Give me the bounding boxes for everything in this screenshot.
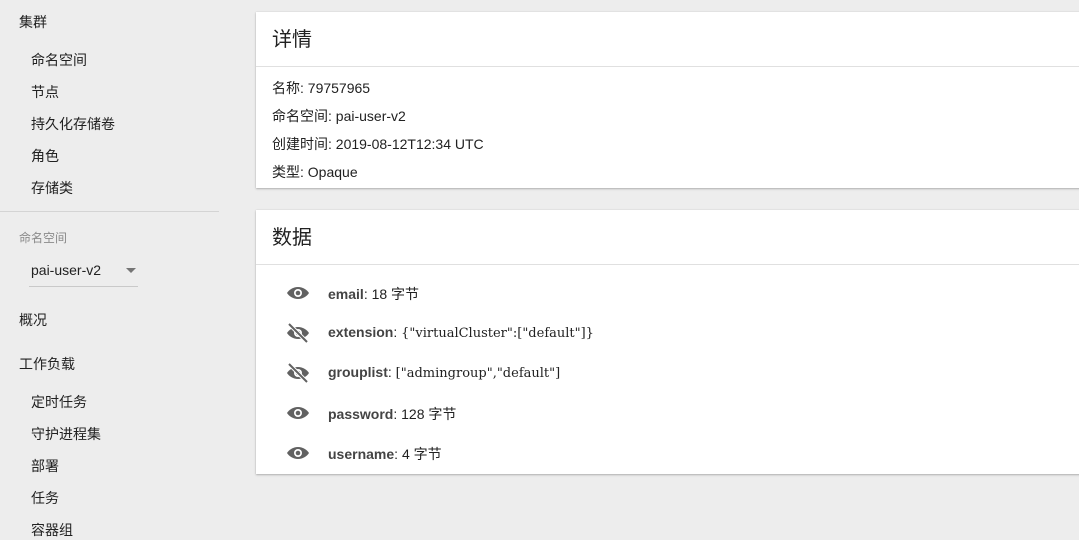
data-card-title: 数据 [256,210,1079,265]
sidebar-item-jobs[interactable]: 任务 [31,488,59,508]
detail-name-label: 名称 [272,80,300,96]
data-value: 4 字节 [401,446,442,462]
data-row-text: email: 18 字节 [328,286,420,302]
sidebar-item-namespaces[interactable]: 命名空间 [31,50,87,70]
data-key: email [328,286,364,302]
visibility-icon[interactable] [286,443,310,463]
detail-created-label: 创建时间 [272,136,328,152]
detail-type: 类型: Opaque [272,164,358,180]
data-key: grouplist [328,364,388,380]
sidebar-item-nodes[interactable]: 节点 [31,82,59,102]
data-key: extension [328,324,394,340]
detail-created: 创建时间: 2019-08-12T12:34 UTC [272,136,484,152]
sidebar-item-storage-classes[interactable]: 存储类 [31,178,73,198]
data-card: 数据 email: 18 字节 extension: {"virtualClus… [256,210,1079,474]
details-card-title: 详情 [256,12,1079,67]
data-value: 18 字节 [371,286,420,302]
data-value: 128 字节 [401,406,457,422]
data-row-text: username: 4 字节 [328,446,442,462]
sidebar-item-roles[interactable]: 角色 [31,146,59,166]
sidebar-item-cron-jobs[interactable]: 定时任务 [31,392,87,412]
detail-namespace-value: pai-user-v2 [335,108,406,124]
data-row-text: password: 128 字节 [328,406,457,422]
detail-name-value: 79757965 [307,80,371,96]
namespace-selector-label: 命名空间 [19,231,68,245]
data-key: username [328,446,395,462]
visibility-off-icon[interactable] [286,322,310,344]
chevron-down-icon [126,268,136,273]
visibility-off-icon[interactable] [286,362,310,384]
sidebar: 集群 命名空间 节点 持久化存储卷 角色 存储类 命名空间 pai-user-v… [0,0,219,539]
detail-type-value: Opaque [307,164,358,180]
detail-namespace: 命名空间: pai-user-v2 [272,108,406,124]
sidebar-section-cluster[interactable]: 集群 [19,12,47,32]
visibility-icon[interactable] [286,283,310,303]
data-value: ["admingroup","default"] [395,366,561,381]
namespace-select[interactable]: pai-user-v2 [29,258,138,287]
visibility-icon[interactable] [286,403,310,423]
sidebar-item-deployments[interactable]: 部署 [31,456,59,476]
sidebar-item-daemon-sets[interactable]: 守护进程集 [31,424,101,444]
sidebar-item-persistent-volumes[interactable]: 持久化存储卷 [31,114,115,134]
data-row-text: grouplist: ["admingroup","default"] [328,364,561,381]
sidebar-section-overview[interactable]: 概况 [19,310,47,330]
detail-name: 名称: 79757965 [272,80,371,96]
sidebar-section-workloads[interactable]: 工作负载 [19,354,75,374]
sidebar-item-pods[interactable]: 容器组 [31,520,73,540]
data-key: password [328,406,394,422]
detail-type-label: 类型 [272,164,300,180]
sidebar-divider [0,211,219,212]
details-card: 详情 名称: 79757965 命名空间: pai-user-v2 创建时间: … [256,12,1079,188]
data-value: {"virtualCluster":["default"]} [401,326,594,341]
detail-namespace-label: 命名空间 [272,108,328,124]
detail-created-value: 2019-08-12T12:34 UTC [335,136,484,152]
data-row-text: extension: {"virtualCluster":["default"]… [328,324,594,341]
namespace-select-value: pai-user-v2 [31,262,102,278]
